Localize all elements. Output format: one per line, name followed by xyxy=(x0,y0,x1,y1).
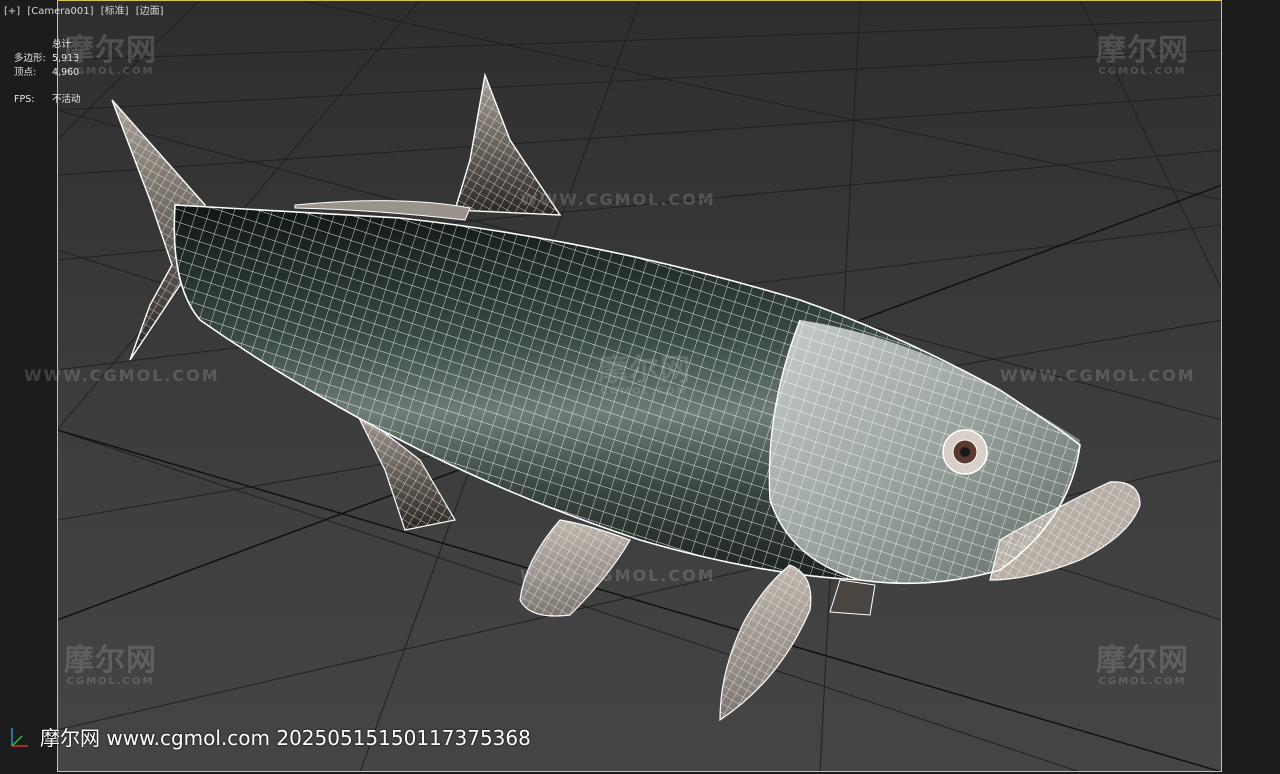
axis-tripod-icon xyxy=(11,728,28,747)
watermark-logo: 摩尔网 CGMOL.COM xyxy=(1096,643,1189,688)
viewport-display-menu[interactable]: [边面] xyxy=(136,6,164,17)
watermark-logo: 摩尔网 CGMOL.COM xyxy=(64,33,157,78)
viewport-plus-menu[interactable]: [+] xyxy=(4,6,20,17)
watermark-url: WWW.CGMOL.COM xyxy=(24,366,220,385)
watermark-url: WWW.CGMOL.COM xyxy=(520,190,716,209)
watermark-url: WWW.CGMOL.COM xyxy=(520,566,716,585)
viewport-label-menu: [+] [Camera001] [标准] [边面] xyxy=(4,2,168,17)
watermark-logo: 摩尔网 CGMOL.COM xyxy=(64,643,157,688)
stats-polys-label: 多边形: xyxy=(14,53,46,64)
viewport-camera-menu[interactable]: [Camera001] xyxy=(27,6,93,17)
stats-fps-value: 不活动 xyxy=(52,94,81,105)
viewport[interactable]: [+] [Camera001] [标准] [边面] 总计 多边形: 5,913 … xyxy=(0,0,1280,774)
watermark-url: WWW.CGMOL.COM xyxy=(1000,366,1196,385)
stats-fps-label: FPS: xyxy=(14,94,35,105)
viewport-shading-menu[interactable]: [标准] xyxy=(101,6,129,17)
stats-verts-label: 顶点: xyxy=(14,67,37,78)
watermark-logo: 摩尔网 CGMOL.COM xyxy=(1096,33,1189,78)
footer-watermark-text: 摩尔网 www.cgmol.com 20250515150117375368 xyxy=(40,726,531,750)
watermark-logo: 摩尔网 CGMOL.COM xyxy=(598,353,691,398)
